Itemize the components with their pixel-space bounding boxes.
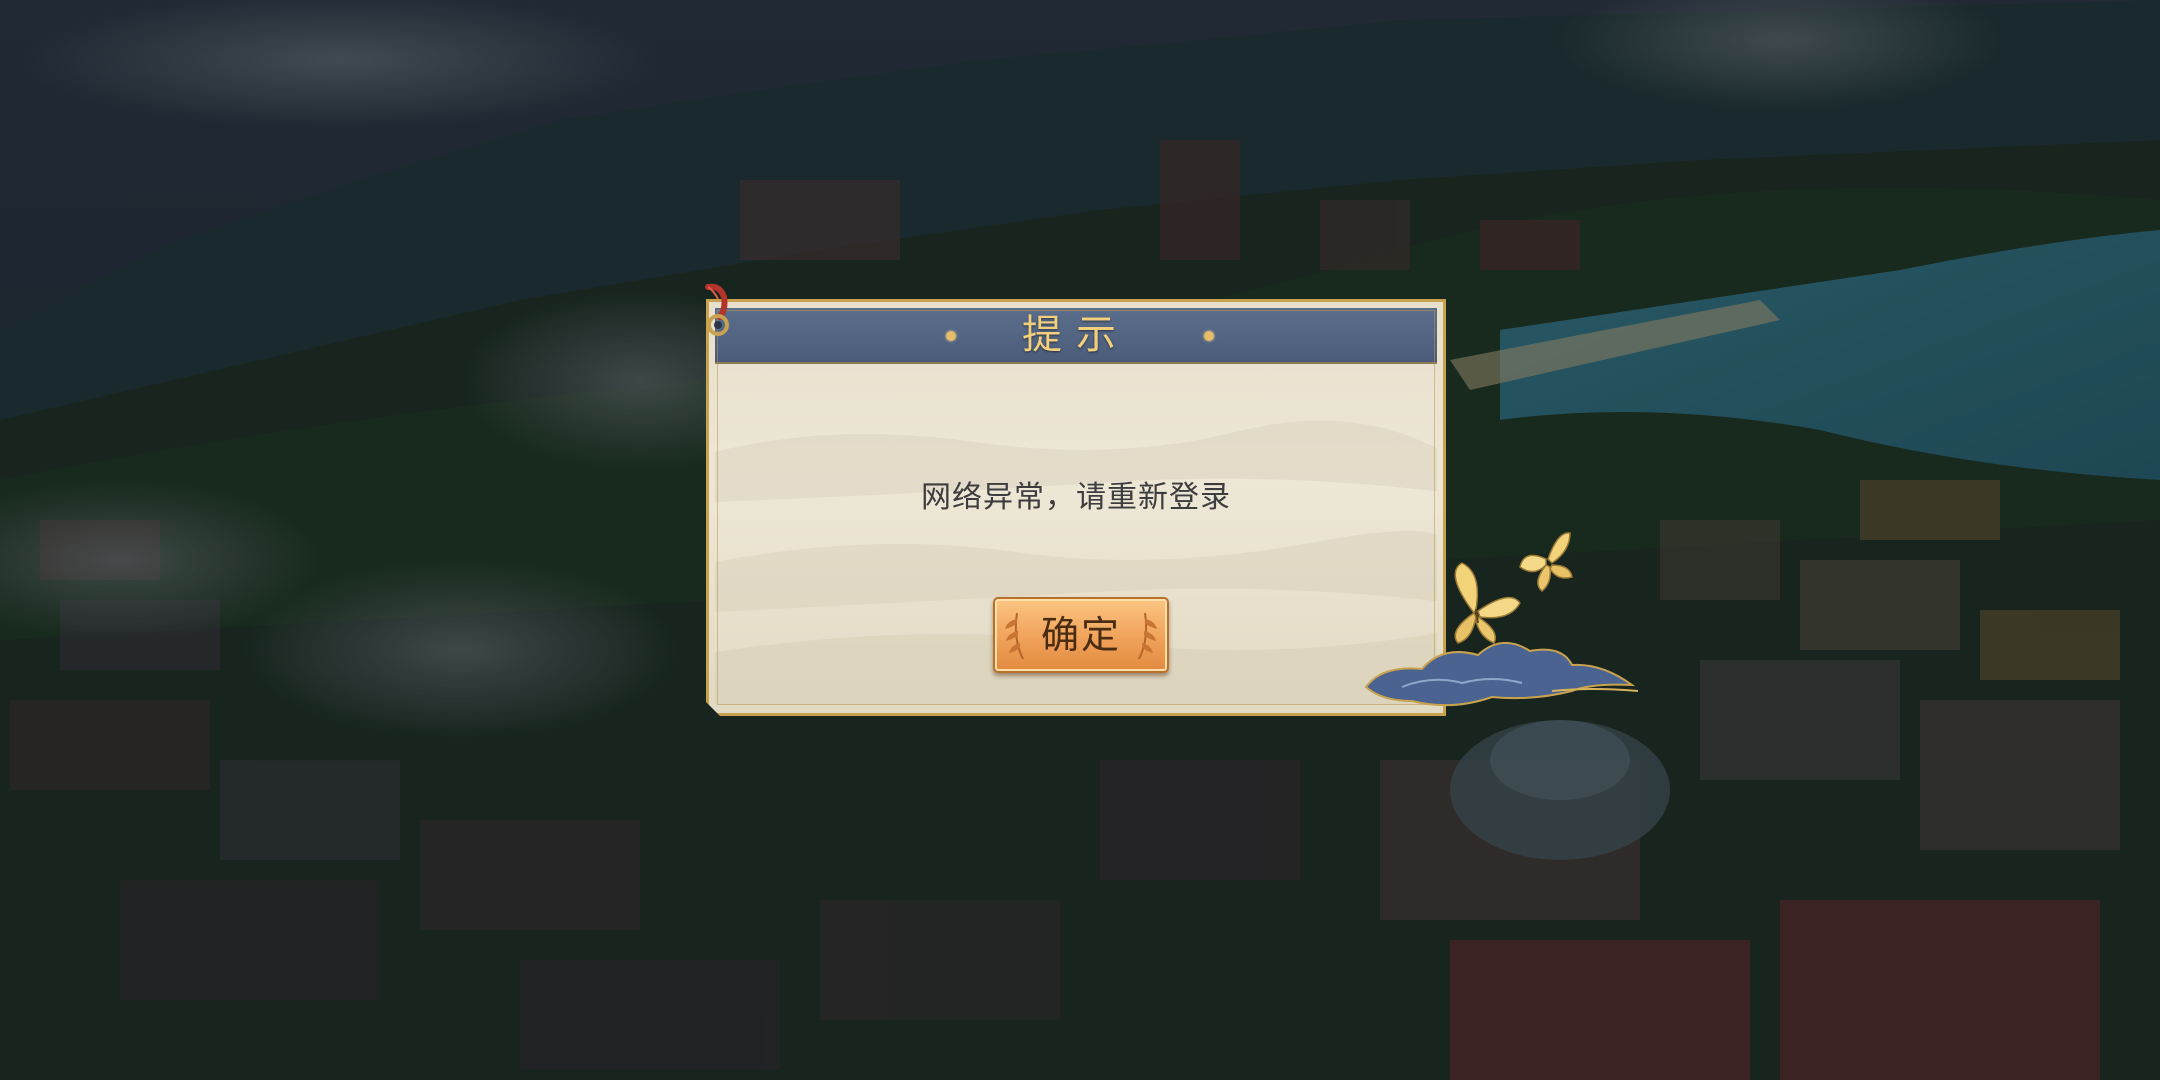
- network-error-dialog: 提示 网络异常，请重新登录 确定: [705, 283, 1446, 716]
- title-ornament-dot-right: [1204, 331, 1214, 341]
- dialog-panel: 提示 网络异常，请重新登录 确定: [706, 299, 1446, 716]
- red-cord-knot-icon: [705, 283, 729, 336]
- dialog-message: 网络异常，请重新登录: [921, 480, 1231, 515]
- dialog-title: 提示: [1022, 312, 1130, 358]
- dialog-title-bar: 提示: [715, 308, 1437, 364]
- game-scene: 提示 网络异常，请重新登录 确定: [0, 0, 2160, 1080]
- confirm-button[interactable]: 确定: [993, 597, 1169, 673]
- wheat-ornament-icon: [1133, 609, 1159, 661]
